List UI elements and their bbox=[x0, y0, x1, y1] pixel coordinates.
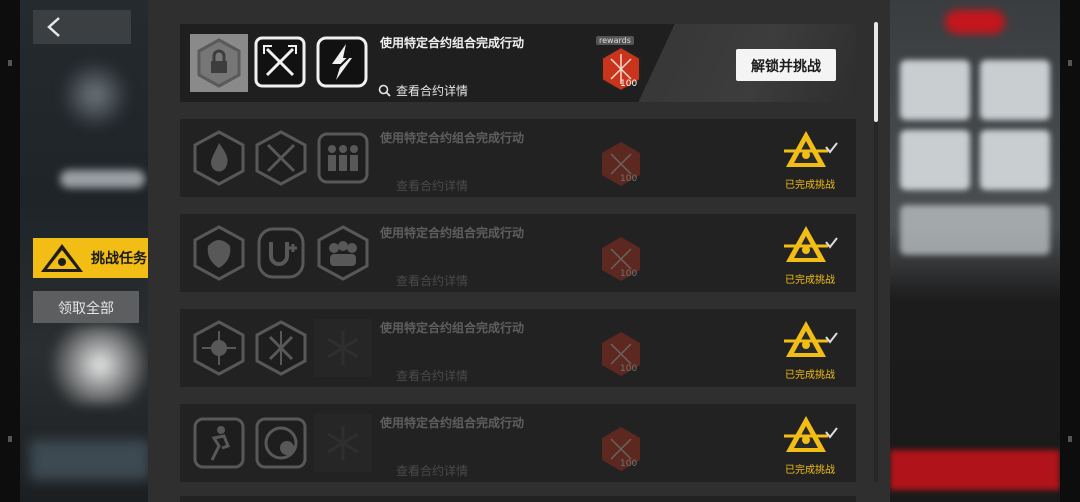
burst-hex-icon bbox=[193, 320, 245, 376]
contract-slot[interactable] bbox=[316, 36, 374, 94]
frame-tick bbox=[1068, 436, 1072, 442]
blurred-badge bbox=[945, 10, 1005, 34]
flame-hex-icon bbox=[193, 130, 245, 186]
contract-slot[interactable] bbox=[192, 414, 250, 472]
completed-emblem-icon bbox=[784, 321, 838, 357]
view-contract-details-link[interactable]: 查看合约详情 bbox=[396, 177, 468, 194]
mission-title: 使用特定合约组合完成行动 bbox=[380, 416, 525, 430]
contract-slot[interactable] bbox=[192, 319, 250, 377]
lock-badge-icon bbox=[197, 38, 241, 88]
completed-label: 已完成挑战 bbox=[785, 465, 835, 476]
mission-title: 使用特定合约组合完成行动 bbox=[380, 36, 525, 50]
reward-quantity: 100 bbox=[620, 174, 638, 184]
contract-slot[interactable] bbox=[316, 224, 374, 282]
squad-icon bbox=[317, 132, 369, 184]
blurred-card bbox=[980, 130, 1050, 190]
tab-challenge-label: 挑战任务 bbox=[91, 251, 147, 267]
runner-icon bbox=[193, 417, 245, 469]
scrollbar-thumb[interactable] bbox=[874, 22, 878, 122]
contract-slot[interactable] bbox=[190, 34, 248, 92]
frame-tick bbox=[8, 436, 12, 442]
frame-left bbox=[0, 0, 20, 502]
crossed-blades-icon bbox=[255, 130, 307, 186]
back-button[interactable] bbox=[33, 10, 131, 44]
reward-item[interactable]: 100 bbox=[592, 416, 652, 476]
contract-slot[interactable] bbox=[192, 129, 250, 187]
chevron-left-icon bbox=[47, 17, 60, 37]
mission-row[interactable]: 使用特定合约组合完成行动 查看合约详情 100 已完成挑战 bbox=[180, 119, 856, 197]
contract-slot-empty[interactable] bbox=[314, 319, 372, 377]
u-plus-icon bbox=[257, 227, 305, 279]
reward-item[interactable]: rewards 100 bbox=[592, 36, 652, 96]
completed-badge: 已完成挑战 bbox=[778, 317, 842, 381]
cross-star-hex-icon bbox=[255, 320, 307, 376]
completed-label: 已完成挑战 bbox=[785, 275, 835, 286]
frame-tick bbox=[8, 60, 12, 66]
mission-row-partial bbox=[180, 496, 856, 502]
reward-quantity: 100 bbox=[620, 79, 638, 89]
contract-slot[interactable] bbox=[254, 224, 312, 282]
completed-emblem-icon bbox=[784, 131, 838, 167]
completed-badge: 已完成挑战 bbox=[778, 127, 842, 191]
blurred-card bbox=[980, 60, 1050, 120]
collect-all-button[interactable]: 领取全部 bbox=[33, 291, 139, 323]
crossed-swords-icon bbox=[254, 36, 306, 88]
search-icon bbox=[378, 84, 391, 97]
frame-tick bbox=[1068, 60, 1072, 66]
reward-item[interactable]: 100 bbox=[592, 226, 652, 286]
view-contract-details-link[interactable]: 查看合约详情 bbox=[396, 82, 468, 99]
blurred-card bbox=[900, 130, 970, 190]
completed-badge: 已完成挑战 bbox=[778, 222, 842, 286]
completed-label: 已完成挑战 bbox=[785, 370, 835, 381]
view-contract-details-link[interactable]: 查看合约详情 bbox=[396, 367, 468, 384]
reward-quantity: 100 bbox=[620, 269, 638, 279]
reward-item[interactable]: 100 bbox=[592, 321, 652, 381]
contract-slot[interactable] bbox=[254, 319, 312, 377]
mission-row[interactable]: 使用特定合约组合完成行动 查看合约详情 100 已完成挑战 bbox=[180, 214, 856, 292]
contract-slot[interactable] bbox=[192, 224, 250, 282]
unlock-and-challenge-button[interactable]: 解锁并挑战 bbox=[736, 49, 836, 81]
contract-slot[interactable] bbox=[254, 36, 312, 94]
background-right bbox=[890, 0, 1080, 502]
blurred-card bbox=[900, 60, 970, 120]
warning-emblem-icon bbox=[41, 244, 83, 272]
frame-right bbox=[1060, 0, 1080, 502]
lightning-slash-icon bbox=[316, 36, 368, 88]
contract-slot[interactable] bbox=[254, 129, 312, 187]
blurred-button bbox=[890, 450, 1060, 490]
contract-slot[interactable] bbox=[316, 129, 374, 187]
mission-row[interactable]: 使用特定合约组合完成行动 查看合约详情 100 已完成挑战 bbox=[180, 309, 856, 387]
mission-title: 使用特定合约组合完成行动 bbox=[380, 131, 525, 145]
reward-quantity: 100 bbox=[620, 364, 638, 374]
crowd-hex-icon bbox=[317, 225, 369, 281]
mission-row[interactable]: 使用特定合约组合完成行动 查看合约详情 rewards 100 解锁并挑战 bbox=[180, 24, 856, 102]
snowflake-icon bbox=[327, 426, 359, 460]
blurred-card bbox=[900, 205, 1050, 255]
blurred-footer bbox=[30, 440, 150, 480]
reward-item[interactable]: 100 bbox=[592, 131, 652, 191]
c-target-icon bbox=[255, 417, 307, 469]
blurred-emblem bbox=[60, 60, 130, 130]
view-contract-details-link[interactable]: 查看合约详情 bbox=[396, 462, 468, 479]
reward-quantity: 100 bbox=[620, 459, 638, 469]
completed-label: 已完成挑战 bbox=[785, 180, 835, 191]
completed-badge: 已完成挑战 bbox=[778, 412, 842, 476]
mission-title: 使用特定合约组合完成行动 bbox=[380, 226, 525, 240]
view-contract-details-link[interactable]: 查看合约详情 bbox=[396, 272, 468, 289]
contract-slot[interactable] bbox=[254, 414, 312, 472]
mission-title: 使用特定合约组合完成行动 bbox=[380, 321, 525, 335]
beast-hex-icon bbox=[193, 225, 245, 281]
completed-emblem-icon bbox=[784, 226, 838, 262]
contract-slot-empty[interactable] bbox=[314, 414, 372, 472]
snowflake-icon bbox=[327, 331, 359, 365]
mission-row[interactable]: 使用特定合约组合完成行动 查看合约详情 100 已完成挑战 bbox=[180, 404, 856, 482]
blurred-figure bbox=[50, 325, 150, 405]
blurred-label bbox=[60, 170, 145, 188]
completed-emblem-icon bbox=[784, 416, 838, 452]
